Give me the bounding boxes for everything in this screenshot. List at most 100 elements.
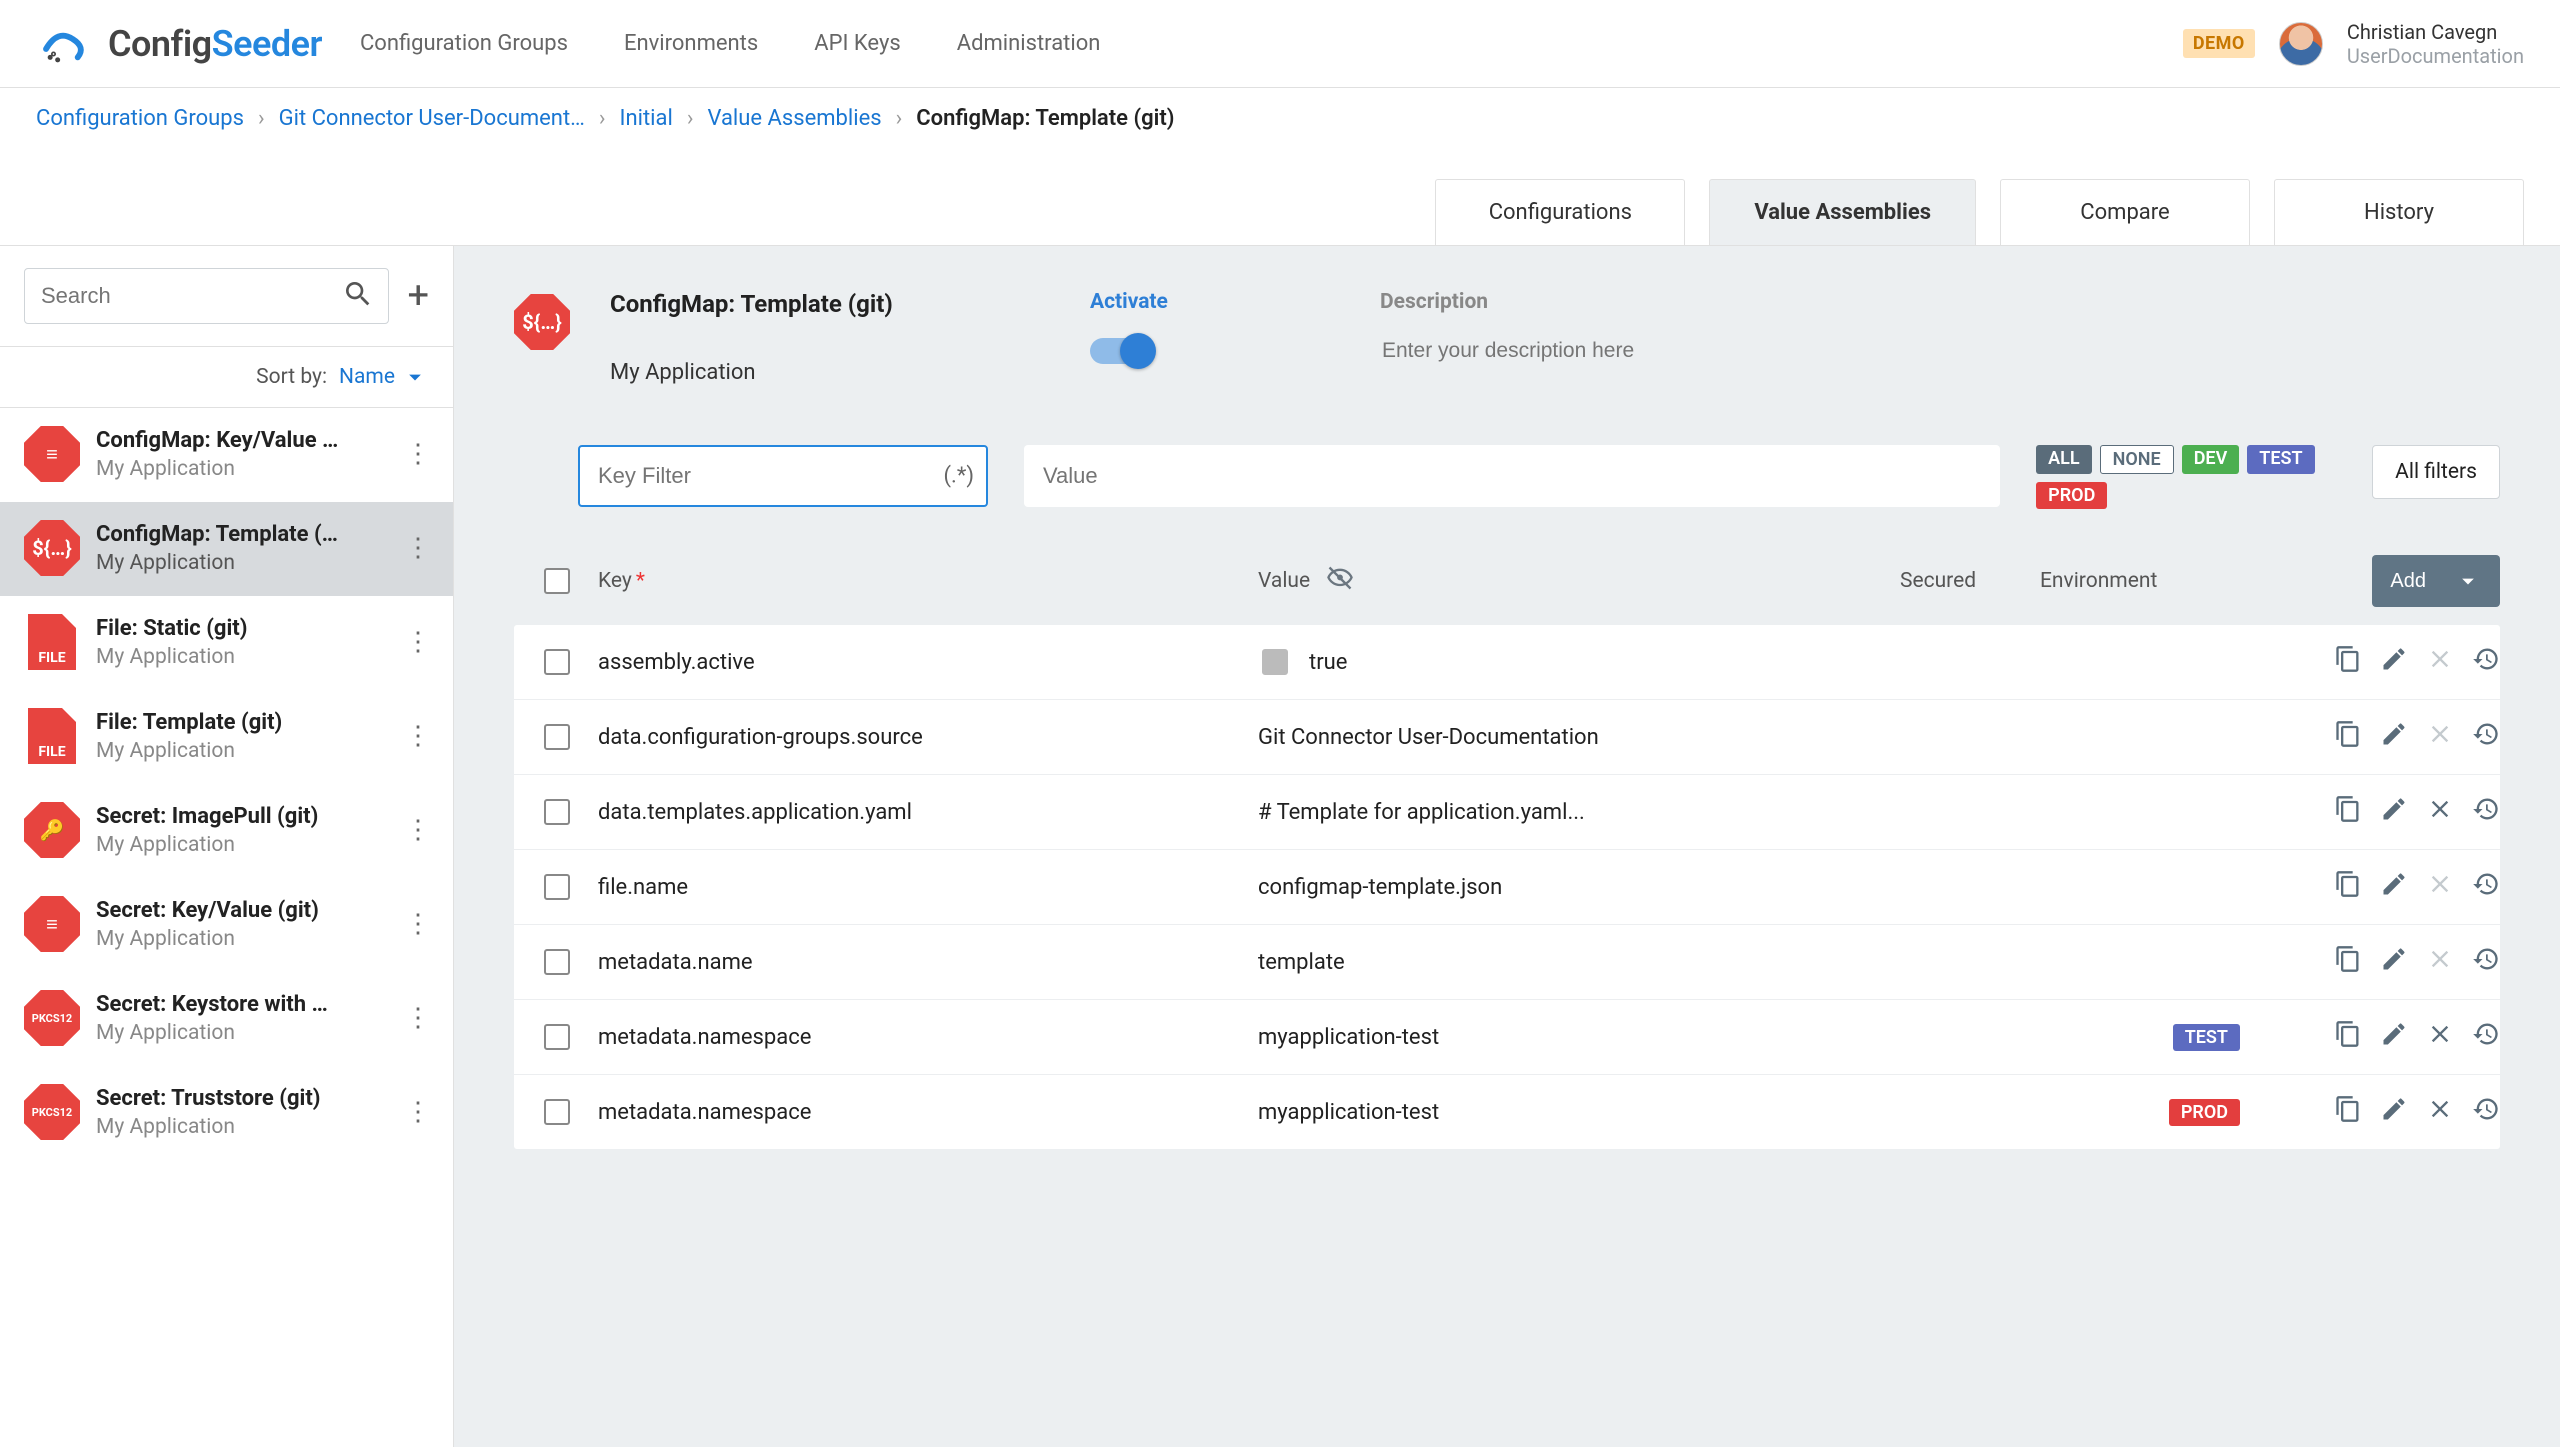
- app-logo[interactable]: ConfigSeeder: [36, 23, 322, 65]
- nav-api-keys[interactable]: API Keys: [814, 31, 901, 56]
- crumb-1[interactable]: Git Connector User-Document…: [279, 106, 585, 131]
- delete-icon: [2426, 720, 2454, 754]
- row-select-checkbox[interactable]: [544, 799, 570, 825]
- edit-icon[interactable]: [2380, 720, 2408, 754]
- history-icon[interactable]: [2472, 1095, 2500, 1129]
- edit-icon[interactable]: [2380, 645, 2408, 679]
- sidebar-item-title: Secret: Keystore with …: [96, 992, 383, 1017]
- sidebar-item[interactable]: FILEFile: Static (git)My Application⋮: [0, 596, 453, 690]
- delete-icon[interactable]: [2426, 795, 2454, 829]
- row-key: data.templates.application.yaml: [598, 800, 1258, 825]
- row-key: assembly.active: [598, 650, 1258, 675]
- sidebar-item[interactable]: ≡ConfigMap: Key/Value …My Application⋮: [0, 408, 453, 502]
- edit-icon[interactable]: [2380, 795, 2408, 829]
- sort-by-value[interactable]: Name: [339, 363, 429, 391]
- sidebar-search[interactable]: [24, 268, 389, 324]
- tab-strip: Configurations Value Assemblies Compare …: [1435, 179, 2524, 245]
- env-chip-prod[interactable]: PROD: [2036, 482, 2107, 509]
- key-filter-input[interactable]: [578, 445, 988, 507]
- all-filters-button[interactable]: All filters: [2372, 445, 2500, 499]
- env-chip-all[interactable]: ALL: [2036, 445, 2091, 474]
- demo-badge: DEMO: [2183, 29, 2255, 58]
- history-icon[interactable]: [2472, 645, 2500, 679]
- sidebar-item[interactable]: PKCS12Secret: Keystore with …My Applicat…: [0, 972, 453, 1066]
- table-row: metadata.namespacemyapplication-testPROD: [514, 1074, 2500, 1149]
- nav-administration[interactable]: Administration: [957, 31, 1101, 56]
- sidebar-item[interactable]: FILEFile: Template (git)My Application⋮: [0, 690, 453, 784]
- sidebar-item-more-icon[interactable]: ⋮: [399, 627, 437, 657]
- sidebar-item-sub: My Application: [96, 1115, 383, 1139]
- row-select-checkbox[interactable]: [544, 949, 570, 975]
- copy-icon[interactable]: [2334, 945, 2362, 979]
- sidebar-item-more-icon[interactable]: ⋮: [399, 815, 437, 845]
- user-block[interactable]: Christian Cavegn UserDocumentation: [2347, 20, 2524, 68]
- sidebar-item-title: Secret: Truststore (git): [96, 1086, 383, 1111]
- sidebar-item[interactable]: 🔑Secret: ImagePull (git)My Application⋮: [0, 784, 453, 878]
- activate-toggle[interactable]: [1090, 338, 1152, 364]
- delete-icon[interactable]: [2426, 1095, 2454, 1129]
- row-select-checkbox[interactable]: [544, 649, 570, 675]
- tab-value-assemblies[interactable]: Value Assemblies: [1709, 179, 1976, 245]
- sidebar-item-more-icon[interactable]: ⋮: [399, 533, 437, 563]
- select-all-checkbox[interactable]: [544, 568, 570, 594]
- sidebar-item[interactable]: ≡Secret: Key/Value (git)My Application⋮: [0, 878, 453, 972]
- copy-icon[interactable]: [2334, 1095, 2362, 1129]
- row-key: data.configuration-groups.source: [598, 725, 1258, 750]
- col-env-label: Environment: [2040, 569, 2157, 593]
- row-select-checkbox[interactable]: [544, 1024, 570, 1050]
- regex-toggle[interactable]: (.*): [944, 464, 974, 489]
- tab-configurations[interactable]: Configurations: [1435, 179, 1685, 245]
- avatar[interactable]: [2279, 22, 2323, 66]
- env-chip-none[interactable]: NONE: [2100, 445, 2174, 474]
- delete-icon: [2426, 645, 2454, 679]
- delete-icon[interactable]: [2426, 1020, 2454, 1054]
- add-assembly-button[interactable]: +: [407, 277, 429, 315]
- sidebar-item-more-icon[interactable]: ⋮: [399, 1097, 437, 1127]
- delete-icon: [2426, 870, 2454, 904]
- crumb-3[interactable]: Value Assemblies: [707, 106, 881, 131]
- history-icon[interactable]: [2472, 945, 2500, 979]
- edit-icon[interactable]: [2380, 1095, 2408, 1129]
- copy-icon[interactable]: [2334, 795, 2362, 829]
- env-chip-test[interactable]: TEST: [2247, 445, 2314, 474]
- row-select-checkbox[interactable]: [544, 724, 570, 750]
- history-icon[interactable]: [2472, 870, 2500, 904]
- crumb-0[interactable]: Configuration Groups: [36, 106, 244, 131]
- sidebar-item-sub: My Application: [96, 1021, 383, 1045]
- add-button[interactable]: Add: [2372, 555, 2500, 607]
- row-select-checkbox[interactable]: [544, 874, 570, 900]
- toggle-visibility-icon[interactable]: [1326, 564, 1354, 598]
- description-input[interactable]: [1380, 338, 1700, 364]
- tab-history[interactable]: History: [2274, 179, 2524, 245]
- history-icon[interactable]: [2472, 795, 2500, 829]
- sidebar-item[interactable]: PKCS12Secret: Truststore (git)My Applica…: [0, 1066, 453, 1160]
- env-badge: TEST: [2173, 1024, 2240, 1051]
- sidebar-item-more-icon[interactable]: ⋮: [399, 439, 437, 469]
- col-key-label: Key: [598, 569, 632, 593]
- history-icon[interactable]: [2472, 1020, 2500, 1054]
- activate-label: Activate: [1090, 290, 1340, 314]
- edit-icon[interactable]: [2380, 1020, 2408, 1054]
- copy-icon[interactable]: [2334, 720, 2362, 754]
- search-icon[interactable]: [342, 278, 374, 314]
- edit-icon[interactable]: [2380, 870, 2408, 904]
- tab-compare[interactable]: Compare: [2000, 179, 2250, 245]
- crumb-2[interactable]: Initial: [619, 106, 672, 131]
- chevron-down-icon: [401, 363, 429, 391]
- copy-icon[interactable]: [2334, 645, 2362, 679]
- chevron-down-icon: [2454, 567, 2482, 595]
- nav-configuration-groups[interactable]: Configuration Groups: [360, 31, 568, 56]
- search-input[interactable]: [39, 282, 342, 310]
- copy-icon[interactable]: [2334, 870, 2362, 904]
- row-select-checkbox[interactable]: [544, 1099, 570, 1125]
- history-icon[interactable]: [2472, 720, 2500, 754]
- env-chip-dev[interactable]: DEV: [2182, 445, 2240, 474]
- sidebar-item-more-icon[interactable]: ⋮: [399, 721, 437, 751]
- sidebar-item-more-icon[interactable]: ⋮: [399, 909, 437, 939]
- value-filter-input[interactable]: [1024, 445, 2000, 507]
- sidebar-item-more-icon[interactable]: ⋮: [399, 1003, 437, 1033]
- edit-icon[interactable]: [2380, 945, 2408, 979]
- nav-environments[interactable]: Environments: [624, 31, 758, 56]
- sidebar-item[interactable]: ${…}ConfigMap: Template (…My Application…: [0, 502, 453, 596]
- copy-icon[interactable]: [2334, 1020, 2362, 1054]
